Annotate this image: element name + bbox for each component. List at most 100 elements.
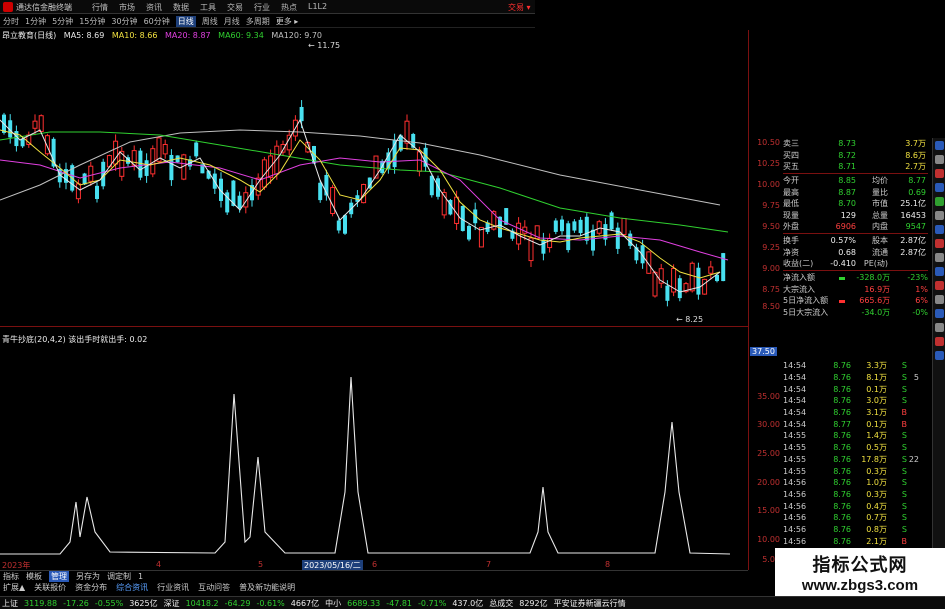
menu-item-news[interactable]: 资讯 bbox=[146, 2, 173, 13]
toolbar-icon[interactable] bbox=[934, 239, 944, 248]
tab-page-1[interactable]: 1 bbox=[138, 572, 143, 581]
indicator-tick: 20.00 bbox=[757, 478, 780, 487]
quote-value: 2.87亿 bbox=[900, 247, 926, 257]
tick-direction: S bbox=[901, 466, 907, 476]
tick-volume: 0.3万 bbox=[866, 466, 887, 476]
tab-fund-distribution[interactable]: 资金分布 bbox=[75, 582, 107, 593]
candle-body bbox=[429, 175, 434, 196]
period-more[interactable]: 更多 ▸ bbox=[276, 16, 299, 27]
toolbar-icon[interactable] bbox=[934, 183, 944, 192]
toolbar-icon[interactable] bbox=[934, 155, 944, 164]
menu-item-l1l2[interactable]: L1L2 bbox=[308, 2, 335, 13]
tab-indicator[interactable]: 指标 bbox=[3, 571, 19, 582]
index-sz-name[interactable]: 深证 bbox=[164, 598, 180, 609]
pane-divider bbox=[0, 326, 748, 327]
tick-volume: 0.1万 bbox=[866, 419, 887, 429]
period-1min[interactable]: 1分钟 bbox=[25, 16, 46, 27]
quote-label: 总量 bbox=[872, 210, 888, 220]
tab-customize[interactable]: 调定制 bbox=[107, 571, 131, 582]
index-sh-name[interactable]: 上证 bbox=[2, 598, 18, 609]
app-title: 通达信金融终端 bbox=[16, 3, 72, 12]
indicator-chart[interactable] bbox=[0, 342, 748, 560]
candle-body bbox=[591, 229, 595, 251]
tick-time: 14:56 bbox=[783, 524, 807, 534]
tick-time: 14:54 bbox=[783, 419, 807, 429]
candle-body bbox=[572, 221, 577, 231]
tab-manage[interactable]: 管理 bbox=[49, 570, 69, 582]
tick-price: 8.76 bbox=[833, 384, 851, 394]
tick-time: 14:56 bbox=[783, 489, 807, 499]
quote-label: 市值 bbox=[872, 199, 888, 209]
menu-item-market[interactable]: 市场 bbox=[119, 2, 146, 13]
tick-direction: S bbox=[901, 443, 907, 453]
period-multi[interactable]: 多周期 bbox=[246, 16, 270, 27]
quote-value: 2.7万 bbox=[905, 161, 926, 171]
quote-label: 收益(二) bbox=[783, 259, 814, 269]
watermark-title: 指标公式网 bbox=[812, 554, 908, 576]
candle-body bbox=[88, 165, 94, 182]
quote-value: 8.77 bbox=[908, 176, 926, 186]
candle-body bbox=[280, 143, 286, 153]
menu-item-industry[interactable]: 行业 bbox=[254, 2, 281, 13]
toolbar-icon[interactable] bbox=[934, 225, 944, 234]
candlestick-chart[interactable]: ← 11.75 ← 8.25 bbox=[0, 40, 748, 325]
period-timeshare[interactable]: 分时 bbox=[3, 16, 19, 27]
toolbar-icon[interactable] bbox=[934, 211, 944, 220]
menu-item-hot[interactable]: 热点 bbox=[281, 2, 308, 13]
quote-label: 最低 bbox=[783, 199, 799, 209]
toolbar-icon[interactable] bbox=[934, 337, 944, 346]
tab-save-as[interactable]: 另存为 bbox=[76, 571, 100, 582]
quote-value: 129 bbox=[840, 210, 856, 220]
tab-industry-news[interactable]: 行业资讯 bbox=[157, 582, 189, 593]
quote-value: 6906 bbox=[835, 221, 856, 231]
tab-template[interactable]: 模板 bbox=[26, 571, 42, 582]
toolbar-icon[interactable] bbox=[934, 351, 944, 360]
toolbar-icon[interactable] bbox=[934, 323, 944, 332]
toolbar-icon[interactable] bbox=[934, 169, 944, 178]
tab-extend[interactable]: 扩展▲ bbox=[3, 582, 25, 593]
toolbar-icon[interactable] bbox=[934, 141, 944, 150]
menu-item-tools[interactable]: 工具 bbox=[200, 2, 227, 13]
period-60min[interactable]: 60分钟 bbox=[144, 16, 170, 27]
tick-count: 5 bbox=[913, 373, 919, 383]
indicator-tabs: 指标 模板 管理 另存为 调定制 1 bbox=[0, 570, 748, 582]
menu-item-quotes[interactable]: 行情 bbox=[92, 2, 119, 13]
period-daily[interactable]: 日线 bbox=[175, 15, 196, 27]
toolbar-icon[interactable] bbox=[934, 197, 944, 206]
menu-item-trade[interactable]: 交易 bbox=[227, 2, 254, 13]
toolbar-icon[interactable] bbox=[934, 253, 944, 262]
period-5min[interactable]: 5分钟 bbox=[52, 16, 73, 27]
period-monthly[interactable]: 月线 bbox=[224, 16, 240, 27]
period-weekly[interactable]: 周线 bbox=[202, 16, 218, 27]
period-30min[interactable]: 30分钟 bbox=[111, 16, 137, 27]
quote-row: 买四 8.72 8.6万 bbox=[783, 149, 928, 160]
period-15min[interactable]: 15分钟 bbox=[79, 16, 105, 27]
tick-price: 8.76 bbox=[833, 466, 851, 476]
tick-row: 14:56 8.76 0.8万 S bbox=[783, 524, 933, 536]
indicator-tick: 10.00 bbox=[757, 535, 780, 544]
toolbar-icon[interactable] bbox=[934, 309, 944, 318]
tab-qa[interactable]: 互动问答 bbox=[198, 582, 230, 593]
toolbar-icon[interactable] bbox=[934, 267, 944, 276]
tab-general-news[interactable]: 综合资讯 bbox=[116, 582, 148, 593]
index-sz-value: 10418.2 bbox=[185, 598, 219, 608]
quote-row: 净资 0.68 流通 2.87亿 bbox=[783, 247, 928, 258]
quote-value: 2.87亿 bbox=[900, 236, 926, 246]
toolbar-icon[interactable] bbox=[934, 295, 944, 304]
quote-row: 今开 8.85 均价 8.77 bbox=[783, 175, 928, 186]
tick-volume: 0.3万 bbox=[866, 489, 887, 499]
tab-new-features[interactable]: 普及新功能说明 bbox=[239, 582, 295, 593]
toolbar-icon[interactable] bbox=[934, 281, 944, 290]
menu-item-data[interactable]: 数据 bbox=[173, 2, 200, 13]
panel-separator bbox=[783, 173, 928, 175]
tick-time: 14:55 bbox=[783, 466, 807, 476]
trade-dropdown-button[interactable]: 交易 ▾ bbox=[508, 2, 531, 13]
quote-value: 8.70 bbox=[838, 199, 856, 209]
tick-row: 14:56 8.76 0.4万 S bbox=[783, 500, 933, 512]
quote-label: 净资 bbox=[783, 247, 799, 257]
tab-related-quotes[interactable]: 关联报价 bbox=[34, 582, 66, 593]
tick-volume: 0.8万 bbox=[866, 524, 887, 534]
index-sme-name[interactable]: 中小 bbox=[325, 598, 341, 609]
tick-price: 8.76 bbox=[833, 373, 851, 383]
tick-row: 14:54 8.76 8.1万 S 5 bbox=[783, 372, 933, 384]
